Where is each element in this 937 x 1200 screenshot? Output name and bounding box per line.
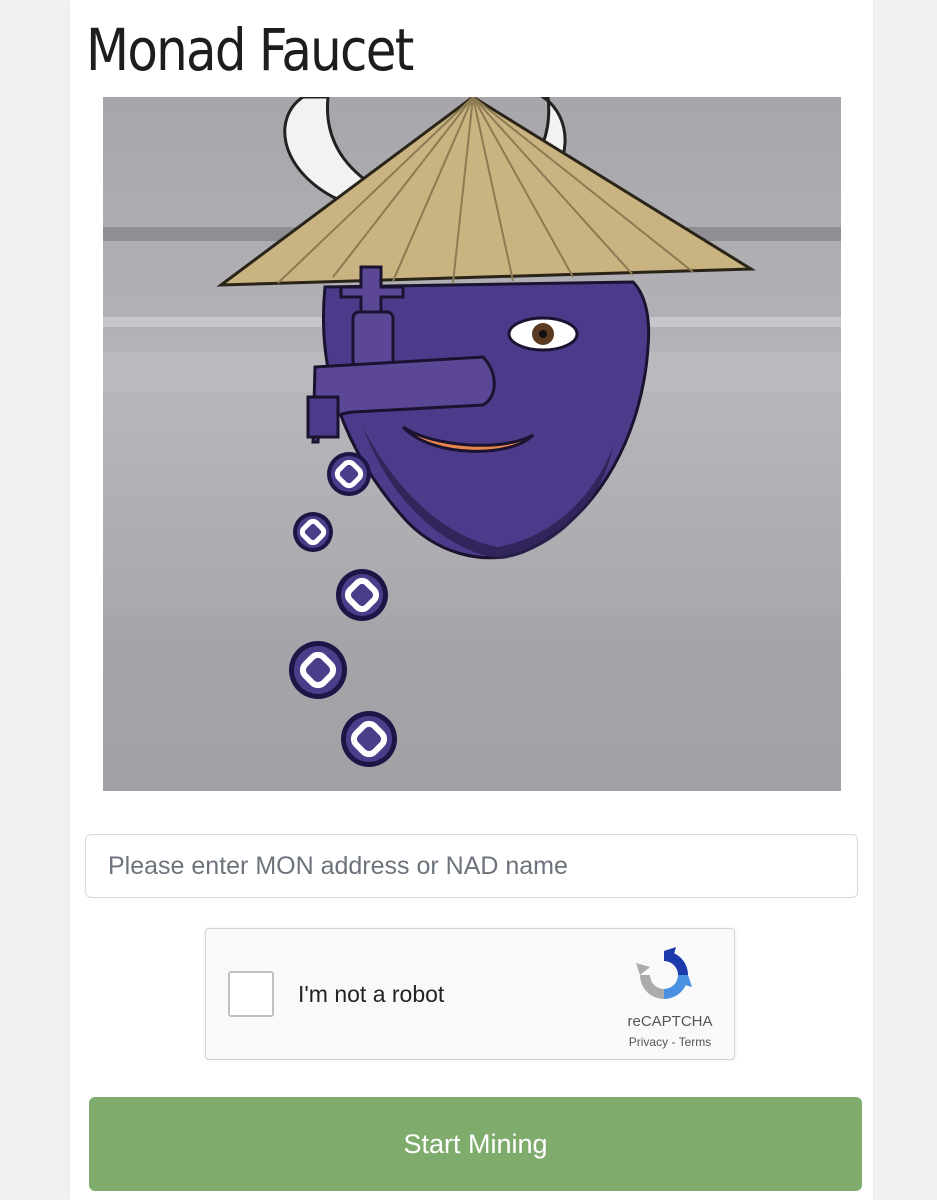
captcha-label: I'm not a robot — [298, 981, 445, 1007]
page-title: Monad Faucet — [86, 16, 414, 84]
captcha-link-separator: - — [668, 1035, 679, 1049]
captcha-brand: reCAPTCHA — [627, 1013, 713, 1030]
captcha-links: Privacy - Terms — [611, 1035, 729, 1049]
recaptcha-widget: I'm not a robot reCAPTCHA Privacy - Term… — [205, 928, 735, 1060]
monad-coin-icon — [293, 512, 333, 552]
address-input[interactable] — [85, 834, 858, 898]
captcha-checkbox[interactable] — [228, 971, 274, 1017]
start-mining-button[interactable]: Start Mining — [89, 1097, 862, 1191]
monad-coin-icon — [327, 452, 371, 496]
monad-coin-icon — [336, 569, 388, 621]
monad-coin-icon — [341, 711, 397, 767]
captcha-terms-link[interactable]: Terms — [679, 1035, 712, 1049]
monad-coin-icon — [289, 641, 347, 699]
captcha-privacy-link[interactable]: Privacy — [629, 1035, 668, 1049]
faucet-mascot-illustration — [103, 97, 841, 791]
recaptcha-logo-icon — [634, 945, 694, 1005]
